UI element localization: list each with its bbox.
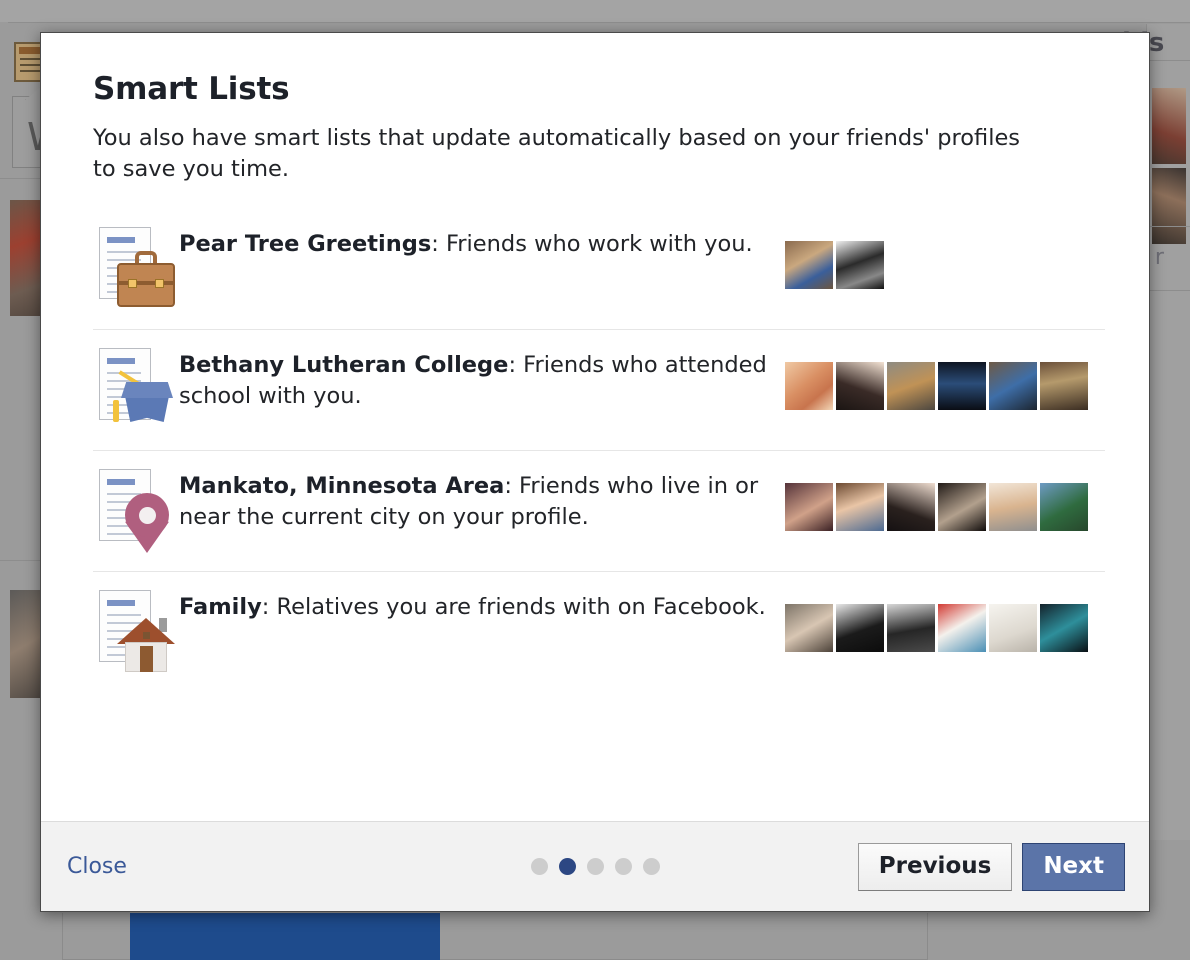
list-page-header-bar — [107, 237, 135, 243]
friend-thumbnail-1[interactable] — [785, 362, 833, 410]
list-page-header-bar — [107, 479, 135, 485]
smart-list-name: Bethany Lutheran College — [179, 352, 509, 378]
next-button[interactable]: Next — [1022, 842, 1125, 891]
smart-list-row[interactable]: Family: Relatives you are friends with o… — [93, 571, 1105, 692]
friend-thumbnail-6[interactable] — [1040, 604, 1088, 652]
friend-thumbnail-strip — [785, 467, 1105, 531]
close-link[interactable]: Close — [67, 854, 127, 879]
previous-button[interactable]: Previous — [857, 842, 1013, 891]
friend-thumbnail-4[interactable] — [938, 362, 986, 410]
smart-lists-rows: Pear Tree Greetings: Friends who work wi… — [93, 209, 1105, 692]
list-page-header-bar — [107, 358, 135, 364]
background-blue-block — [130, 913, 440, 960]
graduation-cap-icon — [113, 370, 177, 432]
briefcase-icon — [115, 251, 177, 311]
list-page-header-bar — [107, 600, 135, 606]
document-graduation-cap-icon — [93, 348, 179, 434]
friend-thumbnail-1[interactable] — [785, 483, 833, 531]
friend-thumbnail-strip — [785, 346, 1105, 410]
step-dot-2[interactable] — [558, 858, 576, 875]
friend-thumbnail-1[interactable] — [785, 241, 833, 289]
smart-list-row[interactable]: Bethany Lutheran College: Friends who at… — [93, 329, 1105, 450]
friend-thumbnail-4[interactable] — [938, 604, 986, 652]
house-icon — [115, 614, 177, 674]
friend-thumbnail-2[interactable] — [836, 362, 884, 410]
smart-list-name: Pear Tree Greetings — [179, 231, 432, 257]
background-divider — [1146, 226, 1190, 227]
smart-list-name: Mankato, Minnesota Area — [179, 473, 505, 499]
smart-list-separator: : — [508, 352, 524, 378]
smart-list-separator: : — [504, 473, 520, 499]
page-title: Smart Lists — [93, 71, 290, 107]
friend-thumbnail-strip — [785, 225, 1105, 289]
smart-list-row-text: Family: Relatives you are friends with o… — [179, 588, 785, 623]
friend-thumbnail-5[interactable] — [989, 604, 1037, 652]
step-dot-3[interactable] — [586, 858, 604, 875]
map-pin-icon — [115, 493, 177, 553]
smart-list-row-text: Mankato, Minnesota Area: Friends who liv… — [179, 467, 785, 533]
dialog-subtitle: You also have smart lists that update au… — [93, 125, 1021, 182]
friend-thumbnail-2[interactable] — [836, 604, 884, 652]
document-house-icon — [93, 590, 179, 676]
background-photo — [1152, 88, 1186, 164]
friend-thumbnail-6[interactable] — [1040, 362, 1088, 410]
smart-list-name: Family — [179, 594, 262, 620]
friend-thumbnail-1[interactable] — [785, 604, 833, 652]
smart-list-row-text: Bethany Lutheran College: Friends who at… — [179, 346, 785, 412]
smart-list-row-text: Pear Tree Greetings: Friends who work wi… — [179, 225, 785, 260]
smart-list-separator: : — [261, 594, 277, 620]
friend-thumbnail-5[interactable] — [989, 362, 1037, 410]
background-topbar — [0, 0, 1190, 22]
smart-list-separator: : — [431, 231, 446, 257]
smart-list-row[interactable]: Pear Tree Greetings: Friends who work wi… — [93, 209, 1105, 329]
step-dot-5[interactable] — [642, 858, 660, 875]
smart-list-row[interactable]: Mankato, Minnesota Area: Friends who liv… — [93, 450, 1105, 571]
friend-thumbnail-3[interactable] — [887, 604, 935, 652]
smart-lists-dialog: Smart Lists You also have smart lists th… — [40, 32, 1150, 912]
step-dot-1[interactable] — [530, 858, 548, 875]
document-briefcase-icon — [93, 227, 179, 313]
friend-thumbnail-strip — [785, 588, 1105, 652]
footer-actions: Previous Next — [857, 842, 1125, 891]
background-divider — [1146, 290, 1190, 291]
friend-thumbnail-5[interactable] — [989, 483, 1037, 531]
smart-list-description: Relatives you are friends with on Facebo… — [276, 594, 766, 620]
friend-thumbnail-6[interactable] — [1040, 483, 1088, 531]
document-map-pin-icon — [93, 469, 179, 555]
smart-list-description: Friends who work with you. — [446, 231, 753, 257]
friend-thumbnail-3[interactable] — [887, 483, 935, 531]
background-hairline — [8, 22, 1190, 23]
friend-thumbnail-4[interactable] — [938, 483, 986, 531]
friend-thumbnail-3[interactable] — [887, 362, 935, 410]
friend-thumbnail-2[interactable] — [836, 483, 884, 531]
friend-thumbnail-2[interactable] — [836, 241, 884, 289]
background-photo — [1152, 168, 1186, 244]
step-dot-4[interactable] — [614, 858, 632, 875]
background-divider — [1146, 60, 1190, 61]
dialog-body: Smart Lists You also have smart lists th… — [41, 33, 1149, 821]
dialog-footer: Close Previous Next — [41, 821, 1149, 911]
